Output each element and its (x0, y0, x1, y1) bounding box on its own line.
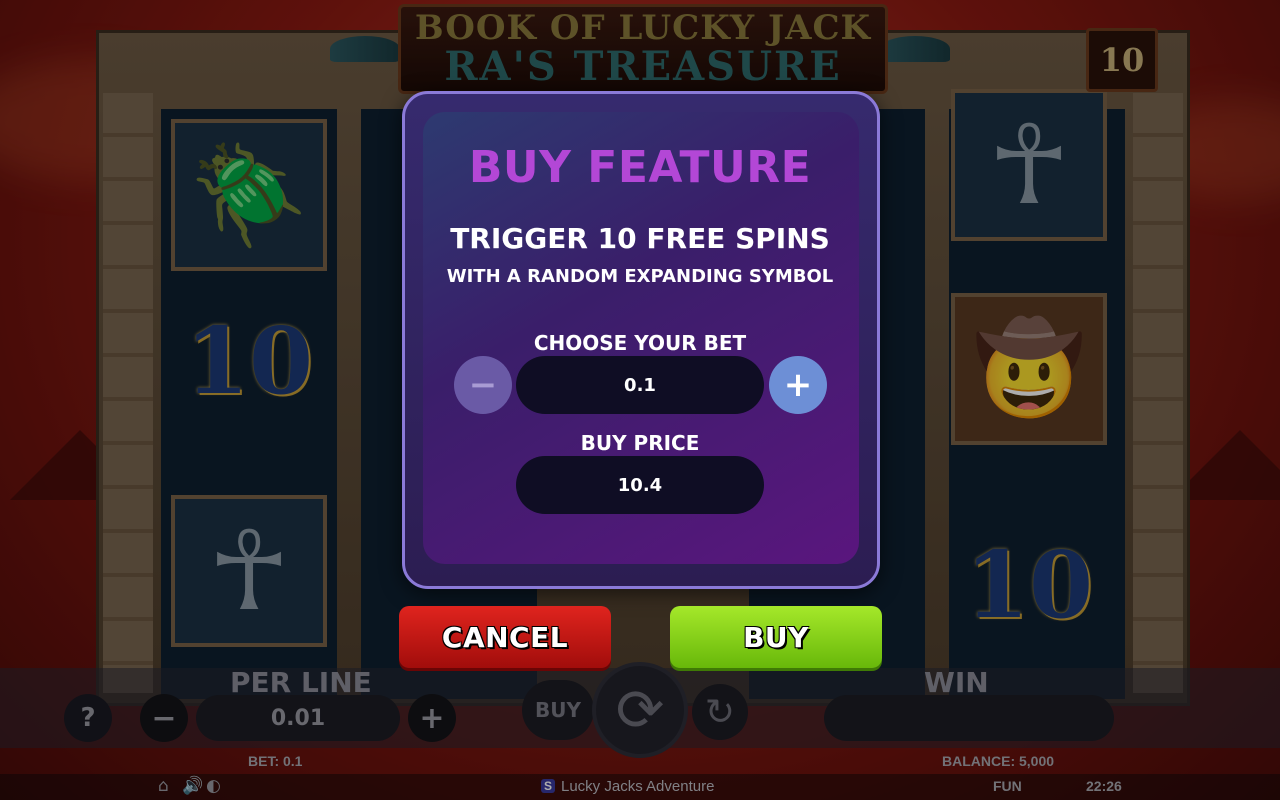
buy-price-label: BUY PRICE (580, 431, 700, 455)
cancel-button[interactable]: CANCEL (399, 606, 611, 668)
bet-value-field: 0.1 (516, 356, 764, 414)
bet-decrease-button[interactable]: − (454, 356, 512, 414)
bet-increase-button[interactable]: + (769, 356, 827, 414)
buy-price-field: 10.4 (516, 456, 764, 514)
buy-button[interactable]: BUY (670, 606, 882, 668)
buy-price-value: 10.4 (617, 474, 663, 496)
dialog-title: BUY FEATURE (468, 142, 812, 193)
bet-value: 0.1 (624, 374, 656, 396)
dialog-subtitle: TRIGGER 10 FREE SPINS (450, 222, 830, 255)
choose-bet-label: CHOOSE YOUR BET (533, 331, 747, 355)
dialog-description: WITH A RANDOM EXPANDING SYMBOL (446, 266, 834, 287)
